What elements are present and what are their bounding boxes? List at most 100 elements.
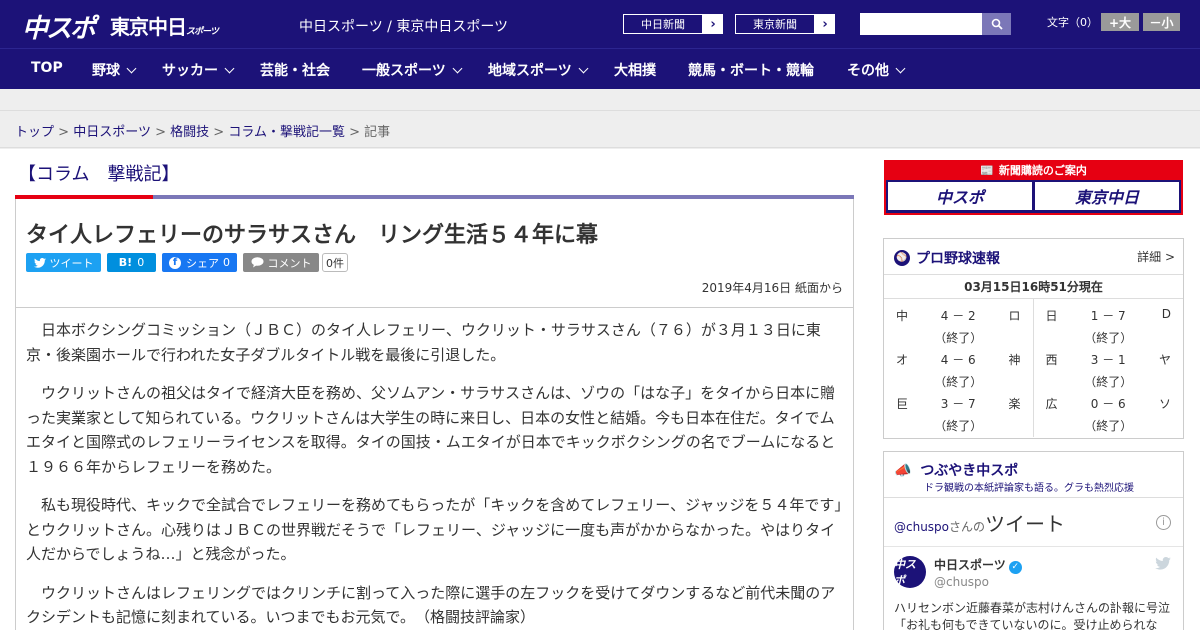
info-icon[interactable]: i xyxy=(1156,515,1171,530)
breadcrumb-link-chunichi-sports[interactable]: 中日スポーツ xyxy=(73,125,151,140)
chevron-down-icon xyxy=(578,63,589,74)
hatena-count: 0 xyxy=(137,256,145,269)
baseball-games: 中 4 － 2 ロ （終了） オ 4 － 6 神 （終了） 巨 3 － 7 楽 … xyxy=(884,299,1183,437)
chevron-down-icon xyxy=(126,63,137,74)
games-column-right: 日 1 － 7 D （終了） 西 3 － 1 ヤ （終了） 広 0 － 6 ソ … xyxy=(1034,299,1184,437)
baseball-scores-timestamp: 03月15日16時51分現在 xyxy=(884,275,1183,299)
nav-item-racing[interactable]: 競馬・ボート・競輪 xyxy=(688,60,814,80)
game-score[interactable]: オ 4 － 6 神 （終了） xyxy=(884,349,1033,393)
site-title: 中日スポーツ / 東京中日スポーツ xyxy=(299,19,509,35)
nav-item-label: TOP xyxy=(31,60,63,76)
game-status: （終了） xyxy=(1084,419,1133,433)
font-larger-button[interactable]: +大 xyxy=(1101,13,1139,31)
search-button[interactable] xyxy=(982,13,1011,35)
chevron-down-icon xyxy=(452,63,463,74)
away-team: ロ xyxy=(1008,309,1021,323)
nav-item-label: 一般スポーツ xyxy=(362,63,446,79)
baseball-detail-link[interactable]: 詳細 > xyxy=(1137,248,1175,265)
nav-item-general-sports[interactable]: 一般スポーツ xyxy=(362,60,463,80)
facebook-share-button[interactable]: f シェア 0 xyxy=(162,253,237,272)
breadcrumb: トップ > 中日スポーツ > 格闘技 > コラム・撃戦記一覧 > 記事 xyxy=(15,121,390,140)
breadcrumb-current: 記事 xyxy=(364,125,391,140)
article-body: 日本ボクシングコミッション（ＪＢＣ）のタイ人レフェリー、ウクリット・サラサスさん… xyxy=(26,318,844,630)
away-team: ヤ xyxy=(1158,353,1171,367)
breadcrumb-separator: > xyxy=(213,125,225,140)
subscription-promo-banner[interactable]: 📰 新聞購読のご案内 中スポ 東京中日 xyxy=(884,160,1183,215)
game-status: （終了） xyxy=(1084,375,1133,389)
article-date: 2019年4月16日 紙面から xyxy=(701,281,843,295)
nav-item-soccer[interactable]: サッカー xyxy=(162,60,235,80)
twitter-widget-title: 📣 つぶやき中スポ xyxy=(894,460,1018,480)
baseball-scores-header: ⚾ プロ野球速報 詳細 > xyxy=(884,239,1183,275)
twitter-widget-title-text: つぶやき中スポ xyxy=(920,463,1019,479)
comment-label: コメント xyxy=(267,256,312,270)
comment-bubble-icon xyxy=(251,257,263,268)
nav-item-other[interactable]: その他 xyxy=(847,60,906,80)
nav-item-baseball[interactable]: 野球 xyxy=(92,60,137,80)
hatena-icon: B! xyxy=(118,256,133,269)
game-status: （終了） xyxy=(1084,331,1133,345)
promo-logo-chunichi-sports: 中スポ xyxy=(888,182,1032,210)
font-smaller-button[interactable]: －小 xyxy=(1143,13,1180,31)
tokyo-chunichi-logo[interactable]: 東京中日スポーツ xyxy=(110,11,219,40)
divider xyxy=(884,546,1183,547)
away-team: D xyxy=(1161,307,1171,321)
twitter-bird-icon[interactable] xyxy=(1155,557,1171,574)
author-name-text: 中日スポーツ xyxy=(934,558,1006,572)
search-icon xyxy=(991,18,1003,30)
breadcrumb-bar: トップ > 中日スポーツ > 格闘技 > コラム・撃戦記一覧 > 記事 xyxy=(0,110,1200,148)
baseball-scores-title: ⚾ プロ野球速報 xyxy=(894,248,1000,268)
nav-item-label: 競馬・ボート・競輪 xyxy=(688,63,814,79)
twitter-bird-shape xyxy=(1155,557,1171,570)
nav-item-top[interactable]: TOP xyxy=(31,60,63,76)
game-score[interactable]: 西 3 － 1 ヤ （終了） xyxy=(1034,349,1184,393)
game-score[interactable]: 広 0 － 6 ソ （終了） xyxy=(1034,393,1184,437)
subscription-promo-label: 新聞購読のご案内 xyxy=(998,164,1087,177)
nav-item-regional-sports[interactable]: 地域スポーツ xyxy=(488,60,589,80)
facebook-count: 0 xyxy=(223,256,230,269)
twitter-widget: 📣 つぶやき中スポ ドラ観戦の本紙評論家も語る。グラも熱烈応援 @chuspoさ… xyxy=(883,451,1184,630)
tweet-author-handle[interactable]: @chuspo xyxy=(934,575,989,589)
tokyo-shimbun-link[interactable]: 東京新聞 › xyxy=(734,13,836,35)
hatena-bookmark-button[interactable]: B! 0 xyxy=(107,253,156,272)
breadcrumb-link-top[interactable]: トップ xyxy=(15,125,54,140)
game-status: （終了） xyxy=(934,419,983,433)
verified-badge-icon: ✓ xyxy=(1008,561,1022,574)
away-team: ソ xyxy=(1158,397,1171,411)
account-handle-link[interactable]: @chuspo xyxy=(894,520,949,534)
promo-logos: 中スポ 東京中日 xyxy=(886,180,1181,212)
nav-item-label: サッカー xyxy=(162,63,218,79)
away-team: 神 xyxy=(1008,353,1021,367)
facebook-icon: f xyxy=(169,256,181,269)
tweet-button[interactable]: ツイート xyxy=(26,253,101,272)
tokyo-chunichi-logo-text: 東京中日 xyxy=(110,15,187,39)
main-content: 【コラム 撃戦記】 タイ人レフェリーのサラサスさん リング生活５４年に幕 ツイー… xyxy=(0,149,1200,630)
game-score[interactable]: 日 1 － 7 D （終了） xyxy=(1034,305,1184,349)
avatar[interactable]: 中スポ xyxy=(894,556,926,588)
tweet-author-name[interactable]: 中日スポーツ ✓ xyxy=(934,556,1022,574)
nav-item-entertainment[interactable]: 芸能・社会 xyxy=(260,60,330,80)
breadcrumb-link-martial-arts[interactable]: 格闘技 xyxy=(170,125,209,140)
nav-item-label: その他 xyxy=(847,63,889,79)
twitter-bird-icon xyxy=(33,257,46,268)
game-score[interactable]: 中 4 － 2 ロ （終了） xyxy=(884,305,1033,349)
chunichi-shimbun-link[interactable]: 中日新聞 › xyxy=(622,13,724,35)
twitter-widget-subtitle: ドラ観戦の本紙評論家も語る。グラも熱烈応援 xyxy=(924,483,1134,494)
breadcrumb-separator: > xyxy=(349,125,361,140)
article-paragraph: ウクリットさんの祖父はタイで経済大臣を務め、父ソムアン・サラサスさんは、ゾウの「… xyxy=(26,384,836,476)
game-score[interactable]: 巨 3 － 7 楽 （終了） xyxy=(884,393,1033,437)
chunichi-sports-logo[interactable]: 中スポ xyxy=(22,8,96,45)
tweet-text: ハリセンボン近藤春菜が志村けんさんの訃報に号泣「お礼も何もできていないのに。受け… xyxy=(894,601,1171,630)
font-size-label: 文字（0） xyxy=(1047,16,1098,29)
comment-count: 0件 xyxy=(322,253,348,272)
nav-item-sumo[interactable]: 大相撲 xyxy=(614,60,656,80)
breadcrumb-link-column-list[interactable]: コラム・撃戦記一覧 xyxy=(228,125,345,140)
nav-item-label: 大相撲 xyxy=(614,63,656,79)
nav-item-label: 地域スポーツ xyxy=(488,63,572,79)
comment-button[interactable]: コメント xyxy=(243,253,319,272)
chevron-down-icon xyxy=(224,63,235,74)
search-input[interactable] xyxy=(860,13,982,35)
article-paragraph: 私も現役時代、キックで全試合でレフェリーを務めてもらったが「キックを含めてレフェ… xyxy=(26,496,842,563)
tweets-heading: @chuspoさんのツイート xyxy=(894,508,1065,537)
game-status: （終了） xyxy=(934,331,983,345)
